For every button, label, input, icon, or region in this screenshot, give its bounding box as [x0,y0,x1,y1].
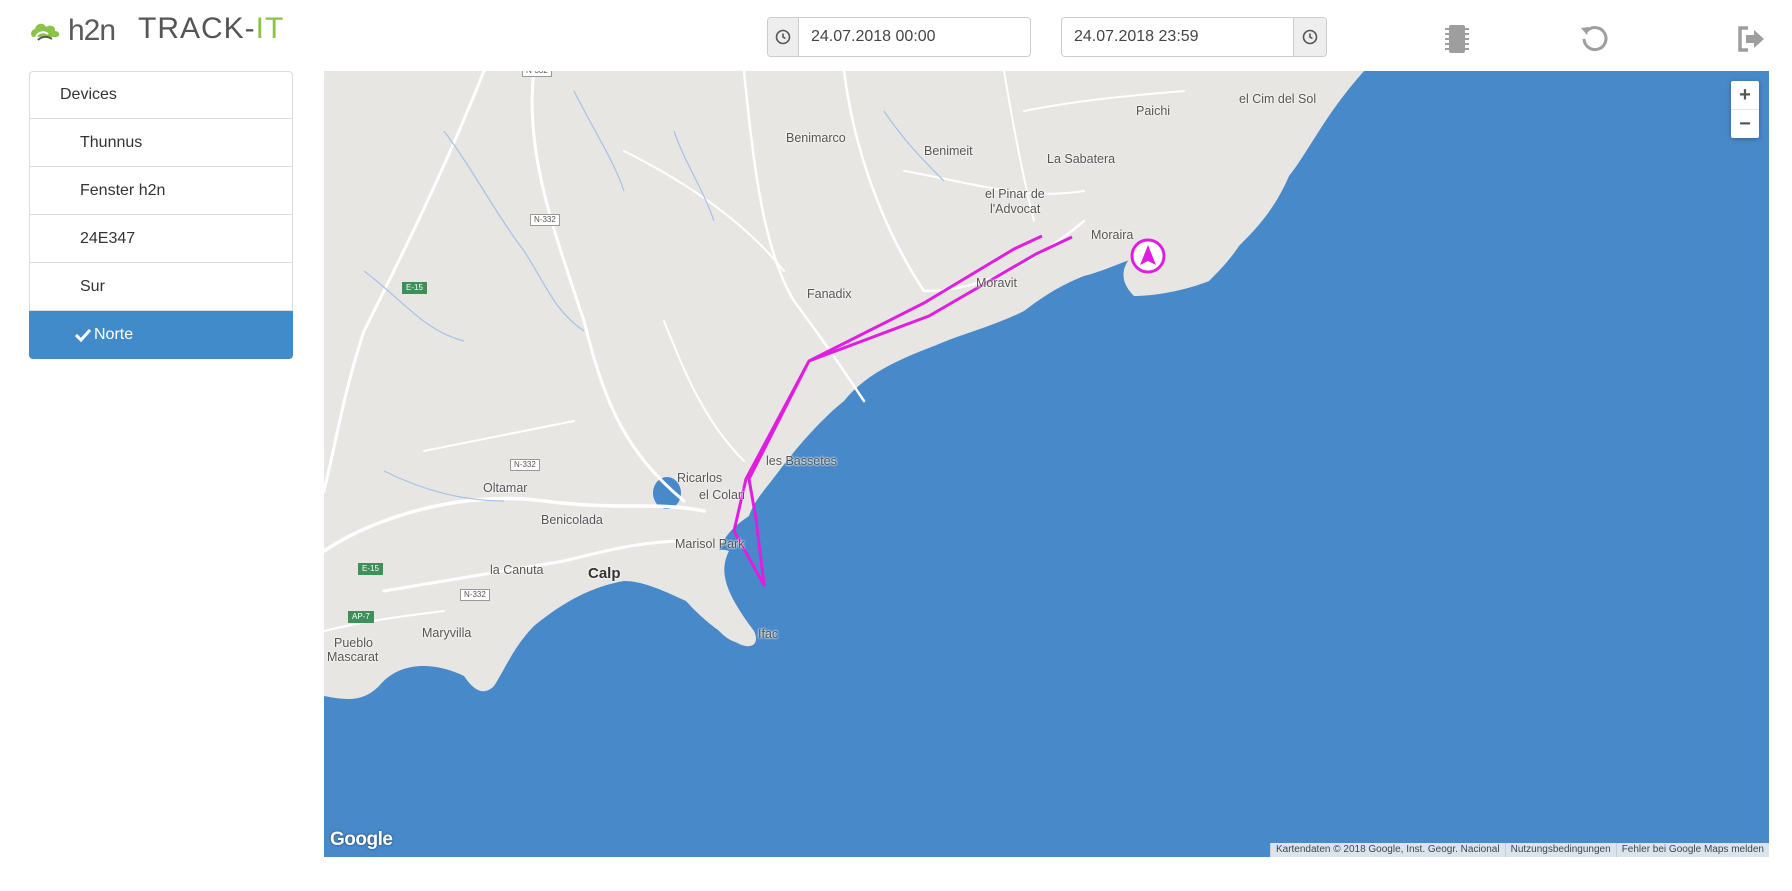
app-name: TRACK-IT [138,12,284,46]
map-view[interactable]: N-332 N-332 N-332 N-332 E-15 E-15 AP-7 P… [324,71,1769,857]
place-label: l'Advocat [990,202,1041,216]
date-from-input[interactable] [799,18,1030,56]
device-list: Devices Thunnus Fenster h2n 24E347 Sur N… [29,71,293,359]
clock-icon[interactable] [1293,18,1326,56]
place-label: Fanadix [807,287,852,301]
place-label: Benimeit [924,144,973,158]
land-area [324,71,1324,699]
place-label: Paichi [1136,104,1171,118]
place-label: el Cim del Sol [1239,92,1317,106]
place-label: Marisol Park [675,537,745,551]
cloud-logo-icon [31,23,60,41]
road-shield: AP-7 [348,611,374,623]
map-canvas[interactable] [324,71,1769,857]
app-name-accent: IT [255,12,285,45]
terms-link[interactable]: Nutzungsbedingungen [1504,843,1616,857]
device-item-fenster-h2n[interactable]: Fenster h2n [29,167,293,215]
date-to-input[interactable] [1062,18,1293,56]
device-item-24e347[interactable]: 24E347 [29,215,293,263]
date-from-picker[interactable] [767,17,1031,57]
place-label: Maryvilla [422,626,472,640]
place-label: el Colari [699,488,745,502]
map-attribution: Kartendaten © 2018 Google, Inst. Geogr. … [1269,843,1769,857]
checkmark-icon [75,328,91,342]
device-label: Thunnus [80,133,143,151]
place-label: Ifac [758,627,779,641]
zoom-out-button[interactable]: − [1731,109,1759,138]
device-label: Fenster h2n [80,181,166,199]
place-label: les Bassetes [766,454,837,468]
place-label: la Canuta [490,563,544,577]
road-shield: N-332 [510,459,540,471]
place-label: Pueblo [334,636,373,650]
attribution-text: Kartendaten © 2018 Google, Inst. Geogr. … [1269,843,1505,857]
google-logo: Google [330,829,393,850]
place-label: el Pinar de [985,187,1045,201]
place-label: Calp [588,565,621,582]
device-item-thunnus[interactable]: Thunnus [29,119,293,167]
chip-icon[interactable] [1440,22,1474,56]
devices-header-label: Devices [60,86,117,103]
date-to-picker[interactable] [1061,17,1327,57]
zoom-controls: + − [1731,81,1759,138]
place-label: Benicolada [541,513,603,527]
device-label: 24E347 [80,229,136,247]
position-marker-icon[interactable] [1130,238,1166,274]
h2n-logo: h2n [28,14,116,48]
road-shield: N-332 [522,71,552,77]
devices-header: Devices [29,71,293,119]
report-error-link[interactable]: Fehler bei Google Maps melden [1615,843,1769,857]
clock-icon[interactable] [768,18,799,56]
road-shield: E-15 [402,282,427,294]
place-label: Moravit [976,276,1017,290]
refresh-icon[interactable] [1577,22,1611,56]
logo-text: h2n [68,14,116,47]
device-label: Norte [94,325,134,343]
device-label: Sur [80,277,105,295]
device-item-norte[interactable]: Norte [29,311,293,359]
logout-icon[interactable] [1734,22,1768,56]
road-shield: N-332 [460,589,490,601]
road-shield: N-332 [530,214,560,226]
place-label: Oltamar [483,481,528,495]
device-item-sur[interactable]: Sur [29,263,293,311]
app-name-main: TRACK- [138,12,256,45]
road-shield: E-15 [358,563,383,575]
zoom-in-button[interactable]: + [1731,81,1759,109]
place-label: Ricarlos [677,471,723,485]
place-label: Mascarat [327,650,379,664]
place-label: Moraira [1091,228,1134,242]
place-label: Benimarco [786,131,846,145]
place-label: La Sabatera [1047,152,1116,166]
